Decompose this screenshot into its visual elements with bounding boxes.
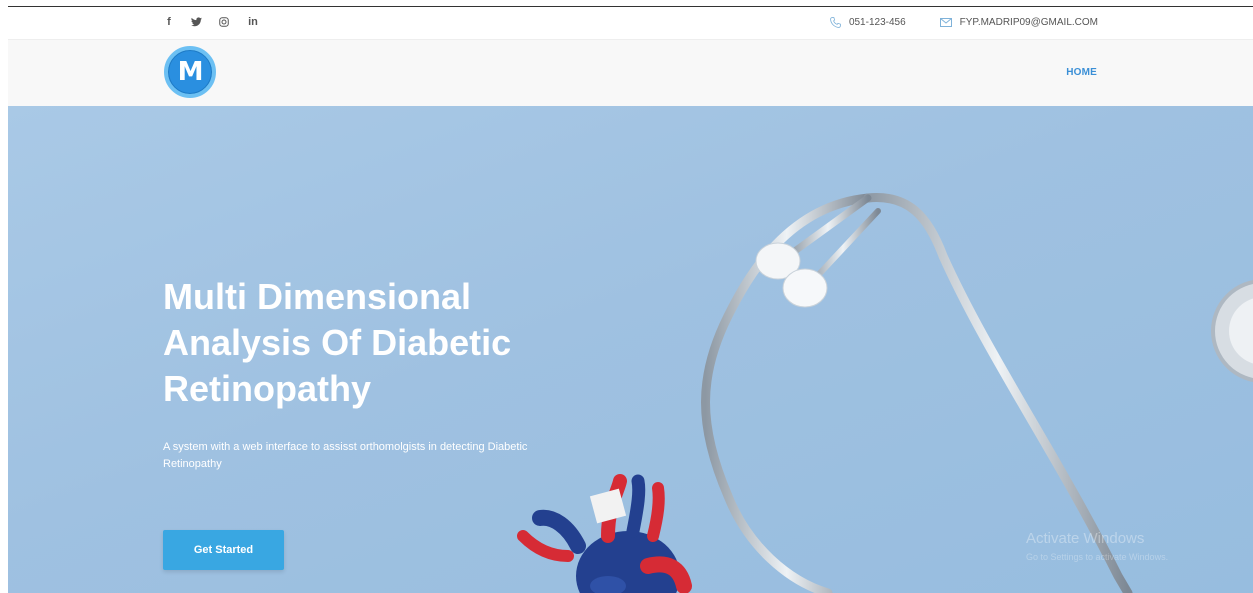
hero-section: Multi Dimensional Analysis Of Diabetic R… — [8, 106, 1253, 593]
facebook-icon[interactable]: f — [163, 16, 175, 28]
site-logo[interactable]: M — [164, 46, 216, 98]
nav-home-link[interactable]: HOME — [1066, 67, 1097, 78]
windows-watermark-subtitle: Go to Settings to activate Windows. — [1026, 552, 1169, 562]
phone-icon — [830, 17, 841, 28]
phone-number[interactable]: 051-123-456 — [849, 17, 906, 28]
hero-subtitle: A system with a web interface to assisst… — [163, 441, 528, 470]
instagram-icon[interactable] — [219, 17, 231, 27]
top-bar: f in 051-123-456 FYP.MADRIP09@GMAIL.COM — [8, 7, 1253, 40]
email-address[interactable]: FYP.MADRIP09@GMAIL.COM — [960, 17, 1098, 28]
social-links: f in — [163, 16, 259, 28]
windows-watermark-title: Activate Windows — [1026, 530, 1145, 547]
get-started-button[interactable]: Get Started — [163, 530, 284, 570]
heart-model — [517, 474, 692, 593]
page: f in 051-123-456 FYP.MADRIP09@GMAIL.COM … — [0, 0, 1253, 593]
hero-title: Multi Dimensional Analysis Of Diabetic R… — [163, 276, 512, 409]
email-icon — [939, 18, 952, 27]
earpiece-bottom — [782, 268, 828, 308]
navbar: M HOME — [8, 40, 1253, 106]
twitter-icon[interactable] — [191, 17, 203, 27]
logo-letter: M — [177, 57, 204, 87]
linkedin-icon[interactable]: in — [247, 16, 259, 28]
contact-info: 051-123-456 FYP.MADRIP09@GMAIL.COM — [830, 17, 1098, 28]
